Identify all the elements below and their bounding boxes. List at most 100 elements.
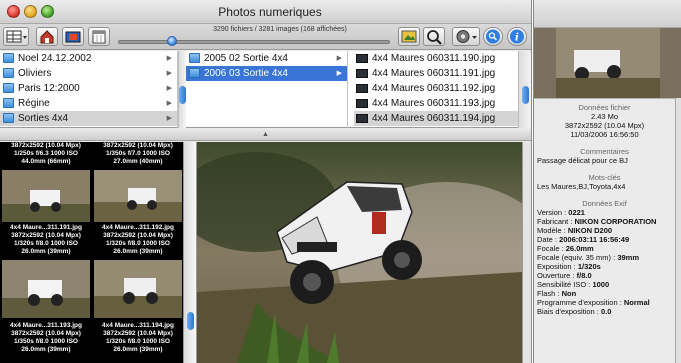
folder-icon — [189, 53, 200, 63]
folder-item[interactable]: Noel 24.12.2002 ▶ — [0, 51, 177, 66]
info-icon: i — [510, 29, 524, 44]
exif-value: NIKON D200 — [567, 226, 613, 235]
thumbnail-filename: 4x4 Maure...311.192.jpg — [102, 224, 174, 231]
exif-key: Ouverture : — [537, 271, 577, 280]
thumbnail-caption: 4x4 Maure...311.193.jpg 3872x2592 (10.04… — [2, 322, 90, 354]
chevron-right-icon: ▶ — [166, 55, 172, 62]
exif-row: Focale : 26.0mm — [534, 244, 675, 253]
photo-file-icon — [356, 114, 368, 123]
photo-preview[interactable] — [197, 142, 522, 363]
thumbnail-dimensions: 3872x2592 (10.04 Mpx) — [11, 232, 81, 239]
scroll-thumb[interactable] — [522, 86, 529, 104]
folder-label: Sorties 4x4 — [18, 113, 69, 124]
file-label: 4x4 Maures 060311.190.jpg — [372, 53, 496, 64]
home-icon — [40, 30, 54, 44]
file-item[interactable]: 4x4 Maures 060311.191.jpg — [354, 66, 518, 81]
exif-list: Version : 0221 Fabricant : NIKON CORPORAT… — [534, 208, 675, 316]
title-bar: Photos numeriques — [0, 0, 531, 24]
folder-icon — [3, 68, 14, 78]
file-item[interactable]: 4x4 Maures 060311.193.jpg — [354, 96, 518, 111]
exif-value: Non — [561, 289, 577, 298]
exif-key: Programme d'exposition : — [537, 298, 624, 307]
main-window: Photos numeriques 3290 fichiers / 3281 i… — [0, 0, 532, 363]
thumbnails-scrollbar[interactable] — [183, 142, 197, 363]
thumbnail-image[interactable] — [94, 170, 182, 222]
folders-scrollbar[interactable] — [178, 51, 186, 128]
exif-key: Version : — [537, 208, 569, 217]
pane-splitter[interactable]: ▲ — [0, 129, 531, 141]
file-label: 4x4 Maures 060311.192.jpg — [372, 83, 496, 94]
close-window-button[interactable] — [7, 5, 20, 18]
file-label: 4x4 Maures 060311.191.jpg — [372, 68, 496, 79]
exif-key: Focale (equiv. 35 mm) : — [537, 253, 618, 262]
zoom-window-button[interactable] — [41, 5, 54, 18]
photo-file-icon — [356, 69, 368, 78]
exif-value: Normal — [623, 298, 650, 307]
scroll-thumb[interactable] — [187, 312, 194, 330]
folder-icon — [3, 113, 14, 123]
info-panel-window: Données fichier 2.43 Mo 3872x2592 (10.04… — [533, 0, 681, 363]
scroll-thumb[interactable] — [179, 86, 186, 104]
info-scrollbar[interactable] — [675, 98, 681, 363]
folder-item[interactable]: Oliviers ▶ — [0, 66, 177, 81]
chevron-right-icon: ▶ — [166, 115, 172, 122]
file-item-selected[interactable]: 4x4 Maures 060311.194.jpg — [354, 111, 518, 126]
exif-value: 0.0 — [600, 307, 612, 316]
search-button[interactable] — [483, 27, 503, 46]
subfolder-item[interactable]: 2005 02 Sortie 4x4 ▶ — [186, 51, 347, 66]
folder-browser: Noel 24.12.2002 ▶ Oliviers ▶ Paris 12:2000… — [0, 51, 531, 128]
folder-label: Oliviers — [18, 68, 52, 79]
thumbnail-dimensions: 3872x2592 (10.04 Mpx) — [103, 232, 173, 239]
folder-item[interactable]: Régine ▶ — [0, 96, 177, 111]
files-scrollbar[interactable] — [518, 51, 531, 128]
thumbnail-dimensions: 3872x2592 (10.04 Mpx) — [11, 142, 81, 149]
subfolder-label: 2006 03 Sortie 4x4 — [204, 68, 288, 79]
thumbnail-caption: 4x4 Maure...311.191.jpg 3872x2592 (10.04… — [2, 224, 90, 256]
exif-value: 1000 — [592, 280, 610, 289]
comment-text[interactable]: Passage délicat pour ce BJ — [534, 156, 675, 165]
folder-icon — [3, 98, 14, 108]
file-item[interactable]: 4x4 Maures 060311.192.jpg — [354, 81, 518, 96]
exif-value: f/8.0 — [576, 271, 592, 280]
exif-row: Focale (equiv. 35 mm) : 39mm — [534, 253, 675, 262]
view-mode-icon — [6, 30, 27, 43]
exif-row: Biais d'exposition : 0.0 — [534, 307, 675, 316]
minimize-window-button[interactable] — [24, 5, 37, 18]
thumbnail-image[interactable] — [94, 260, 182, 318]
thumbnail-exposure: 1/350s f/7.0 1000 ISO — [106, 150, 170, 157]
slideshow-icon — [401, 30, 417, 43]
calendar-button[interactable] — [88, 27, 110, 46]
folder-item[interactable]: Paris 12:2000 ▶ — [0, 81, 177, 96]
keywords-text[interactable]: Les Maures,BJ,Toyota,4x4 — [534, 182, 675, 191]
exif-value: 39mm — [617, 253, 639, 262]
folder-item-selected[interactable]: Sorties 4x4 ▶ — [0, 111, 177, 126]
chevron-right-icon: ▶ — [336, 70, 342, 77]
thumbnail-caption: 3872x2592 (10.04 Mpx) 1/250s f/6.3 1000 … — [2, 142, 90, 166]
exif-key: Sensibilité ISO : — [537, 280, 593, 289]
thumbnail-image[interactable] — [2, 170, 90, 222]
exif-row: Flash : Non — [534, 289, 675, 298]
chevron-right-icon: ▶ — [166, 100, 172, 107]
file-item[interactable]: 4x4 Maures 060311.190.jpg — [354, 51, 518, 66]
import-button[interactable] — [62, 27, 84, 46]
calendar-icon — [92, 30, 106, 44]
thumbnail-exposure: 1/350s f/8.0 1000 ISO — [14, 338, 78, 345]
thumbnail-exposure: 1/320s f/8.0 1000 ISO — [106, 338, 170, 345]
info-button[interactable]: i — [507, 27, 527, 46]
thumbnail-size-slider-knob[interactable] — [167, 36, 178, 46]
keywords-heading: Mots-clés — [588, 173, 621, 182]
action-menu-button[interactable] — [452, 27, 480, 46]
zoom-button[interactable] — [423, 27, 445, 46]
file-data-heading: Données fichier — [578, 103, 631, 112]
exif-row: Programme d'exposition : Normal — [534, 298, 675, 307]
image-count-label: 3290 fichiers / 3281 images (168 affiché… — [213, 26, 347, 33]
view-mode-button[interactable] — [3, 27, 29, 46]
subfolder-item-selected[interactable]: 2006 03 Sortie 4x4 ▶ — [186, 66, 347, 81]
thumbnail-dimensions: 3872x2592 (10.04 Mpx) — [103, 142, 173, 149]
toolbar: 3290 fichiers / 3281 images (168 affiché… — [0, 24, 531, 50]
thumbnail-exposure: 1/320s f/8.0 1000 ISO — [106, 240, 170, 247]
home-button[interactable] — [36, 27, 58, 46]
thumbnail-size-slider[interactable] — [118, 40, 390, 44]
slideshow-button[interactable] — [398, 27, 420, 46]
thumbnail-image[interactable] — [2, 260, 90, 318]
